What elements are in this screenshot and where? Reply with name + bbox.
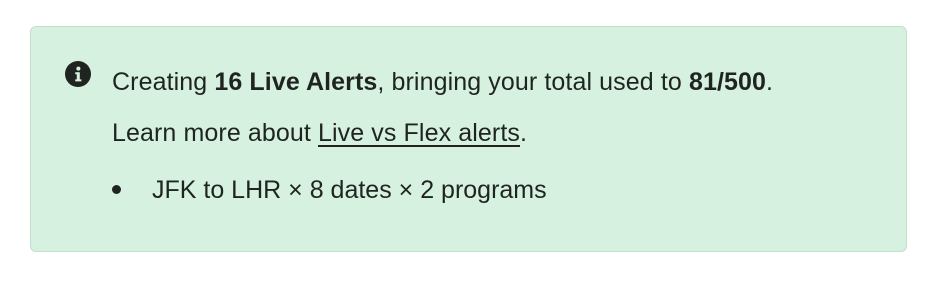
alert-line-2: Learn more about Live vs Flex alerts.: [112, 119, 527, 147]
alert-message: Creating 16 Live Alerts, bringing your t…: [112, 57, 882, 159]
info-icon: [65, 61, 91, 87]
line2-suffix: .: [519, 119, 528, 147]
list-item: JFK to LHR × 8 dates × 2 programs: [112, 168, 547, 213]
line1-middle: , bringing your total used to: [377, 68, 689, 96]
route-summary-list: JFK to LHR × 8 dates × 2 programs: [112, 168, 547, 213]
bullet-icon: [112, 185, 121, 194]
alert-total: 81/500: [688, 68, 767, 96]
route-summary-text: JFK to LHR × 8 dates × 2 programs: [152, 176, 547, 204]
live-vs-flex-link[interactable]: Live vs Flex alerts: [318, 119, 520, 147]
line2-prefix: Learn more about: [112, 119, 318, 147]
line1-prefix: Creating: [112, 68, 215, 96]
live-alerts-info-banner: Creating 16 Live Alerts, bringing your t…: [30, 26, 907, 252]
alert-count: 16 Live Alerts: [214, 68, 378, 96]
line1-suffix: .: [766, 68, 774, 96]
alert-line-1: Creating 16 Live Alerts, bringing your t…: [112, 68, 773, 96]
